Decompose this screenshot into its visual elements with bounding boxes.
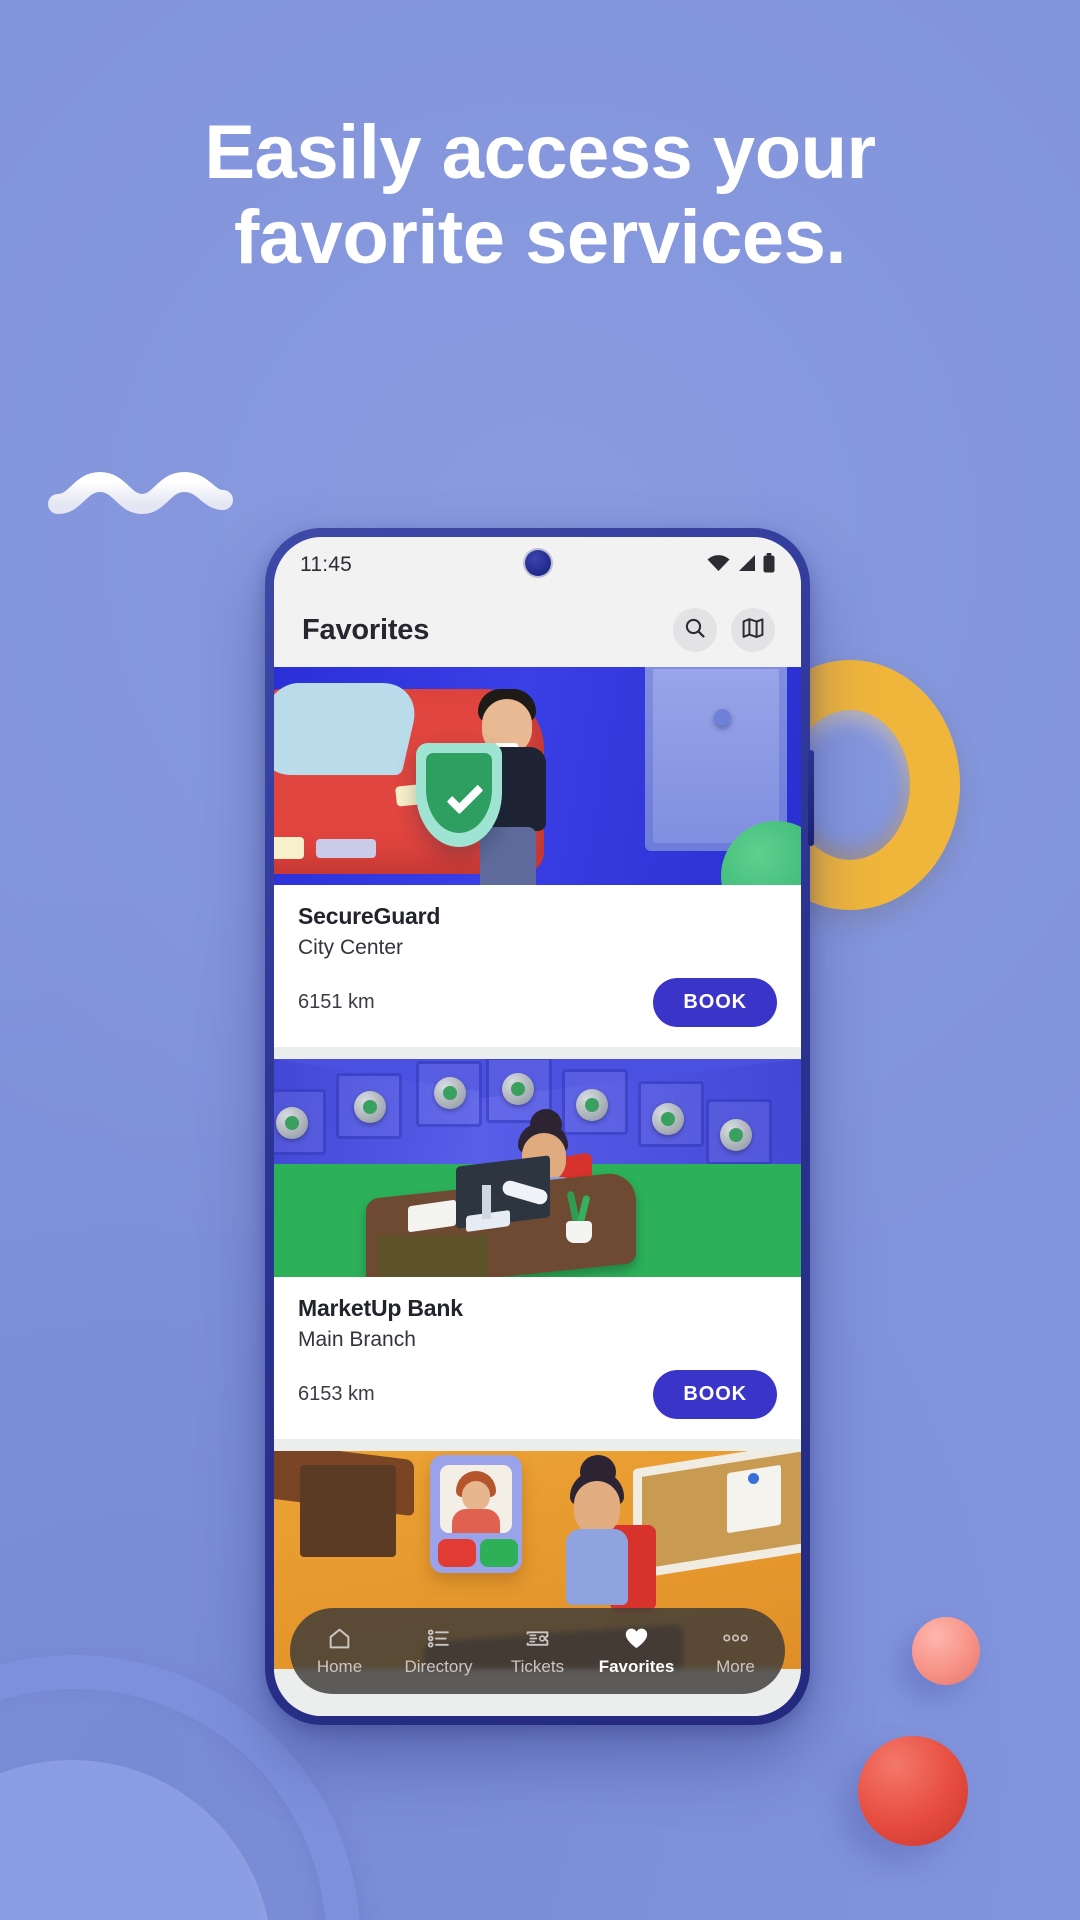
illustration-bank-vault bbox=[274, 1059, 801, 1277]
card-subtitle: City Center bbox=[298, 936, 404, 959]
search-button[interactable] bbox=[673, 608, 717, 652]
card-illustration bbox=[274, 1059, 801, 1277]
home-icon bbox=[327, 1625, 352, 1651]
app-bar: Favorites bbox=[274, 593, 801, 667]
cellular-signal-icon bbox=[737, 554, 756, 577]
nav-item-directory[interactable]: Directory bbox=[389, 1625, 488, 1677]
nav-item-favorites[interactable]: Favorites bbox=[587, 1625, 686, 1677]
nav-item-more[interactable]: More bbox=[686, 1625, 785, 1677]
card-body: SecureGuard City Center 6151 km BOOK bbox=[274, 885, 801, 1047]
page-title: Favorites bbox=[302, 613, 430, 646]
nav-label: Directory bbox=[404, 1657, 473, 1676]
phone-screen: 11:45 Favorites SecureGuard City Center … bbox=[274, 537, 801, 1716]
card-body: MarketUp Bank Main Branch 6153 km BOOK bbox=[274, 1277, 801, 1439]
book-button[interactable]: BOOK bbox=[653, 978, 777, 1027]
list-icon bbox=[426, 1625, 451, 1651]
status-bar-icons bbox=[707, 552, 775, 578]
card-distance: 6151 km bbox=[298, 991, 375, 1013]
list-item[interactable]: MarketUp Bank Main Branch 6153 km BOOK bbox=[274, 1059, 801, 1439]
phone-side-button[interactable] bbox=[808, 750, 814, 846]
nav-item-tickets[interactable]: Tickets bbox=[488, 1625, 587, 1677]
favorites-list[interactable]: SecureGuard City Center 6151 km BOOK Mar… bbox=[274, 667, 801, 1716]
card-illustration bbox=[274, 667, 801, 885]
nav-item-home[interactable]: Home bbox=[290, 1625, 389, 1677]
card-distance: 6153 km bbox=[298, 1383, 375, 1405]
list-item[interactable]: SecureGuard City Center 6151 km BOOK bbox=[274, 667, 801, 1047]
search-icon bbox=[683, 616, 707, 645]
app-bar-actions bbox=[673, 608, 775, 652]
headline-line-1: Easily access your bbox=[204, 110, 876, 195]
battery-icon bbox=[763, 552, 775, 578]
status-bar: 11:45 bbox=[274, 537, 801, 593]
wifi-icon bbox=[707, 554, 730, 577]
bottom-navigation-bar: Home Directory Tickets Favorites More bbox=[290, 1608, 785, 1694]
nav-label: Favorites bbox=[598, 1657, 675, 1676]
promo-headline: Easily access your favorite services. bbox=[0, 110, 1080, 280]
ticket-icon bbox=[525, 1625, 550, 1651]
status-bar-time: 11:45 bbox=[300, 553, 352, 576]
headline-line-2: favorite services. bbox=[233, 195, 847, 281]
nav-label: Tickets bbox=[510, 1657, 565, 1676]
map-icon bbox=[741, 616, 765, 645]
nav-label: More bbox=[716, 1657, 755, 1676]
phone-mockup: 11:45 Favorites SecureGuard City Center … bbox=[265, 528, 814, 1725]
card-title: MarketUp Bank bbox=[298, 1295, 463, 1321]
book-button[interactable]: BOOK bbox=[653, 1370, 777, 1419]
more-dots-icon bbox=[722, 1625, 749, 1651]
card-title: SecureGuard bbox=[298, 903, 441, 929]
nav-label: Home bbox=[316, 1657, 363, 1676]
front-camera-punch-hole bbox=[524, 550, 551, 576]
illustration-security-guard bbox=[274, 667, 801, 885]
heart-icon bbox=[623, 1625, 650, 1651]
map-button[interactable] bbox=[731, 608, 775, 652]
card-subtitle: Main Branch bbox=[298, 1328, 416, 1351]
card-footer: 6153 km BOOK bbox=[298, 1370, 777, 1419]
card-footer: 6151 km BOOK bbox=[298, 978, 777, 1027]
